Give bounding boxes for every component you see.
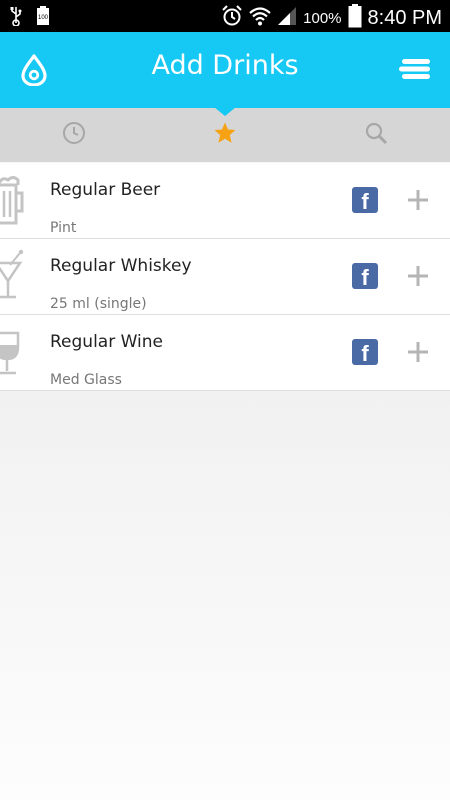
app-header: Add Drinks (0, 32, 450, 108)
plus-icon (406, 190, 430, 216)
add-drink-button[interactable] (406, 188, 430, 216)
facebook-icon: f (361, 189, 369, 213)
list-item[interactable]: Regular Beer Pint f (0, 163, 450, 239)
usb-icon (10, 6, 22, 30)
wine-glass-icon (0, 325, 26, 383)
facebook-share-button[interactable]: f (352, 339, 378, 365)
tab-history[interactable] (62, 121, 86, 149)
drink-name: Regular Beer (50, 180, 161, 200)
clock-icon (62, 122, 86, 149)
battery-saver-icon: 100 (36, 6, 50, 30)
battery-icon (348, 4, 362, 33)
page-title: Add Drinks (151, 50, 299, 81)
drink-size: Med Glass (50, 372, 122, 388)
drinks-list: Regular Beer Pint f Regular Whiskey 25 m… (0, 163, 450, 391)
star-icon (213, 122, 237, 149)
empty-area (0, 391, 450, 800)
tab-favorites[interactable] (213, 121, 237, 149)
list-item[interactable]: Regular Whiskey 25 ml (single) f (0, 239, 450, 315)
facebook-share-button[interactable]: f (352, 263, 378, 289)
status-bar: 100 100% 8:40 PM (0, 0, 450, 32)
menu-button[interactable] (398, 58, 432, 84)
add-drink-button[interactable] (406, 264, 430, 292)
list-item[interactable]: Regular Wine Med Glass f (0, 315, 450, 391)
plus-icon (406, 342, 430, 368)
drink-size: 25 ml (single) (50, 296, 147, 312)
alarm-icon (221, 5, 243, 32)
plus-icon (406, 266, 430, 292)
drink-name: Regular Wine (50, 332, 163, 352)
facebook-share-button[interactable]: f (352, 187, 378, 213)
signal-icon (277, 6, 297, 31)
add-drink-button[interactable] (406, 340, 430, 368)
facebook-icon: f (361, 341, 369, 365)
facebook-icon: f (361, 265, 369, 289)
tab-bar (0, 108, 450, 162)
tab-search[interactable] (364, 121, 388, 149)
wifi-icon (249, 6, 271, 31)
battery-saver-value: 100 (38, 15, 49, 21)
cocktail-glass-icon (0, 249, 26, 307)
battery-percent: 100% (303, 10, 342, 27)
clock-time: 8:40 PM (367, 7, 442, 29)
beer-mug-icon (0, 173, 26, 231)
active-tab-indicator (214, 107, 236, 116)
drink-size: Pint (50, 220, 77, 236)
search-icon (364, 122, 388, 149)
drink-name: Regular Whiskey (50, 256, 192, 276)
